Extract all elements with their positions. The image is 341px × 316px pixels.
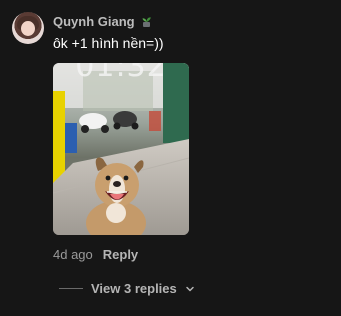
author-name[interactable]: Quynh Giang (53, 14, 135, 29)
comment-text: ôk +1 hình nền=)) (53, 35, 164, 51)
plant-icon (142, 17, 151, 27)
reply-button[interactable]: Reply (103, 247, 138, 262)
comment: Quynh Giang ôk +1 hình nền=)) 01:32 4d a… (0, 0, 341, 316)
chevron-down-icon (186, 286, 194, 291)
view-replies-label: View 3 replies (91, 281, 177, 296)
comment-meta: 4d ago Reply (53, 247, 138, 262)
avatar[interactable] (12, 12, 44, 44)
comment-header: Quynh Giang (53, 14, 153, 29)
view-replies-button[interactable]: View 3 replies (59, 281, 195, 296)
timestamp: 4d ago (53, 247, 93, 262)
divider-line (59, 288, 83, 289)
clock-overlay-text: 01:32 (75, 63, 167, 84)
attached-image[interactable]: 01:32 (53, 63, 189, 235)
dog-wallpaper-photo (53, 63, 189, 235)
